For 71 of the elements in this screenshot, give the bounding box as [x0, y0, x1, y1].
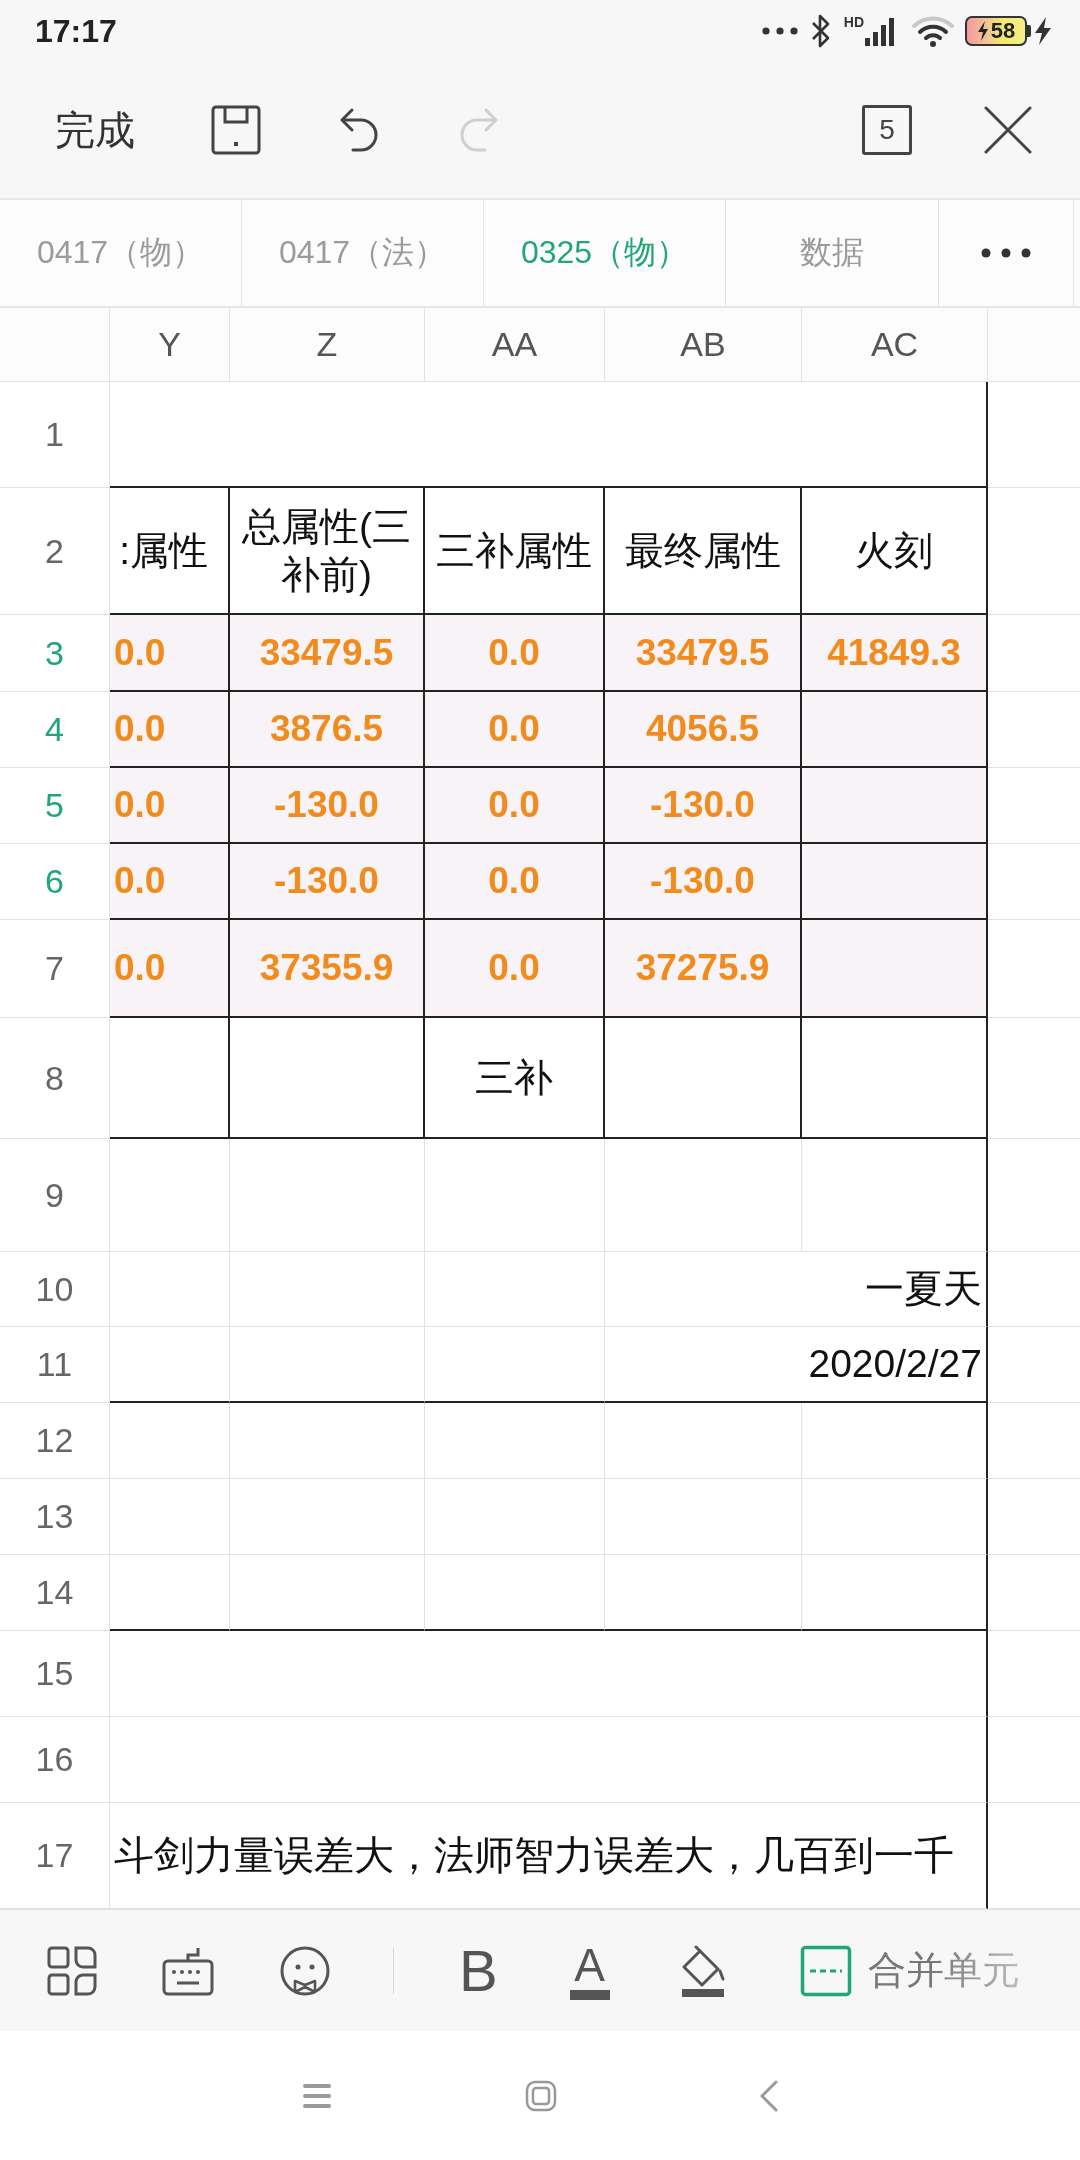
done-button[interactable]: 完成	[55, 102, 135, 158]
value-cell: 37275.9	[605, 920, 802, 1018]
label-text: 三补	[475, 1054, 553, 1101]
column-header[interactable]: AC	[802, 308, 988, 382]
row-header[interactable]: 2	[0, 488, 110, 615]
value-cell: 33479.5	[230, 615, 425, 692]
row-header[interactable]: 10	[0, 1252, 110, 1327]
row-header[interactable]: 13	[0, 1479, 110, 1555]
status-time: 17:17	[35, 12, 117, 50]
row-header[interactable]: 9	[0, 1139, 110, 1252]
value-cell: 0.0	[425, 615, 605, 692]
network-type-label: HD	[843, 14, 864, 30]
bold-button[interactable]: B	[459, 1941, 498, 2000]
column-title: 最终属性	[624, 527, 781, 574]
keyboard-icon[interactable]	[162, 1945, 214, 1996]
column-title: :属性	[119, 527, 208, 574]
merge-cells-icon	[799, 1944, 852, 1997]
row-header[interactable]: 1	[0, 382, 110, 488]
font-color-button[interactable]: A	[569, 1941, 610, 2000]
column-title: 总属性(三补前)	[241, 503, 412, 598]
value-cell: 41849.3	[802, 615, 988, 692]
value-cell: 37355.9	[230, 920, 425, 1018]
value-cell: 0.0	[110, 844, 230, 920]
signal-icon	[865, 16, 895, 46]
sheet-tab[interactable]: 0325（物）	[484, 200, 726, 306]
value-cell: 0.0	[425, 920, 605, 1018]
paint-bucket-icon[interactable]	[679, 1944, 726, 1997]
value-cell: 0.0	[110, 768, 230, 844]
back-icon[interactable]	[758, 2079, 780, 2112]
value-cell: 0.0	[110, 615, 230, 692]
value-cell: 3876.5	[230, 692, 425, 768]
value-cell: 0.0	[425, 692, 605, 768]
column-header[interactable]: AA	[425, 308, 605, 382]
menu-icon[interactable]	[302, 2081, 332, 2110]
column-header[interactable]: Z	[230, 308, 425, 382]
more-icon[interactable]	[981, 248, 1031, 258]
color-swatch-icon	[569, 1989, 610, 2000]
column-title: 火刻	[855, 527, 933, 574]
apps-icon[interactable]	[46, 1944, 98, 1997]
row-header[interactable]: 11	[0, 1327, 110, 1403]
value-cell: 0.0	[425, 768, 605, 844]
bluetooth-icon	[809, 13, 832, 49]
window-count-button[interactable]: 5	[862, 105, 912, 155]
value-cell: 0.0	[110, 920, 230, 1018]
value-cell: 4056.5	[605, 692, 802, 768]
value-cell: -130.0	[605, 844, 802, 920]
emoji-face-icon[interactable]	[279, 1944, 331, 1997]
row-header[interactable]: 8	[0, 1018, 110, 1139]
save-icon[interactable]	[211, 105, 261, 155]
column-header[interactable]: Y	[110, 308, 230, 382]
close-icon[interactable]	[983, 105, 1033, 155]
row-header[interactable]: 16	[0, 1717, 110, 1803]
value-cell: -130.0	[605, 768, 802, 844]
notification-dots-icon	[761, 27, 798, 35]
date-text: 2020/2/27	[808, 1341, 982, 1388]
row-header[interactable]: 15	[0, 1631, 110, 1717]
home-icon[interactable]	[525, 2079, 557, 2112]
signature-text: 一夏天	[865, 1266, 982, 1313]
value-cell: 0.0	[110, 692, 230, 768]
battery-percent: 58	[990, 20, 1016, 42]
value-cell: -130.0	[230, 768, 425, 844]
row-header[interactable]: 14	[0, 1555, 110, 1631]
wifi-icon	[911, 15, 955, 47]
merge-cells-button[interactable]: 合并单元	[799, 1944, 1020, 1997]
column-title: 三补属性	[436, 527, 592, 574]
value-cell: 0.0	[425, 844, 605, 920]
value-cell: 33479.5	[605, 615, 802, 692]
note-text: 斗剑力量误差大，法师智力误差大，几百到一千	[114, 1832, 954, 1880]
row-header[interactable]: 12	[0, 1403, 110, 1479]
value-cell: -130.0	[230, 844, 425, 920]
column-header[interactable]: AB	[605, 308, 802, 382]
